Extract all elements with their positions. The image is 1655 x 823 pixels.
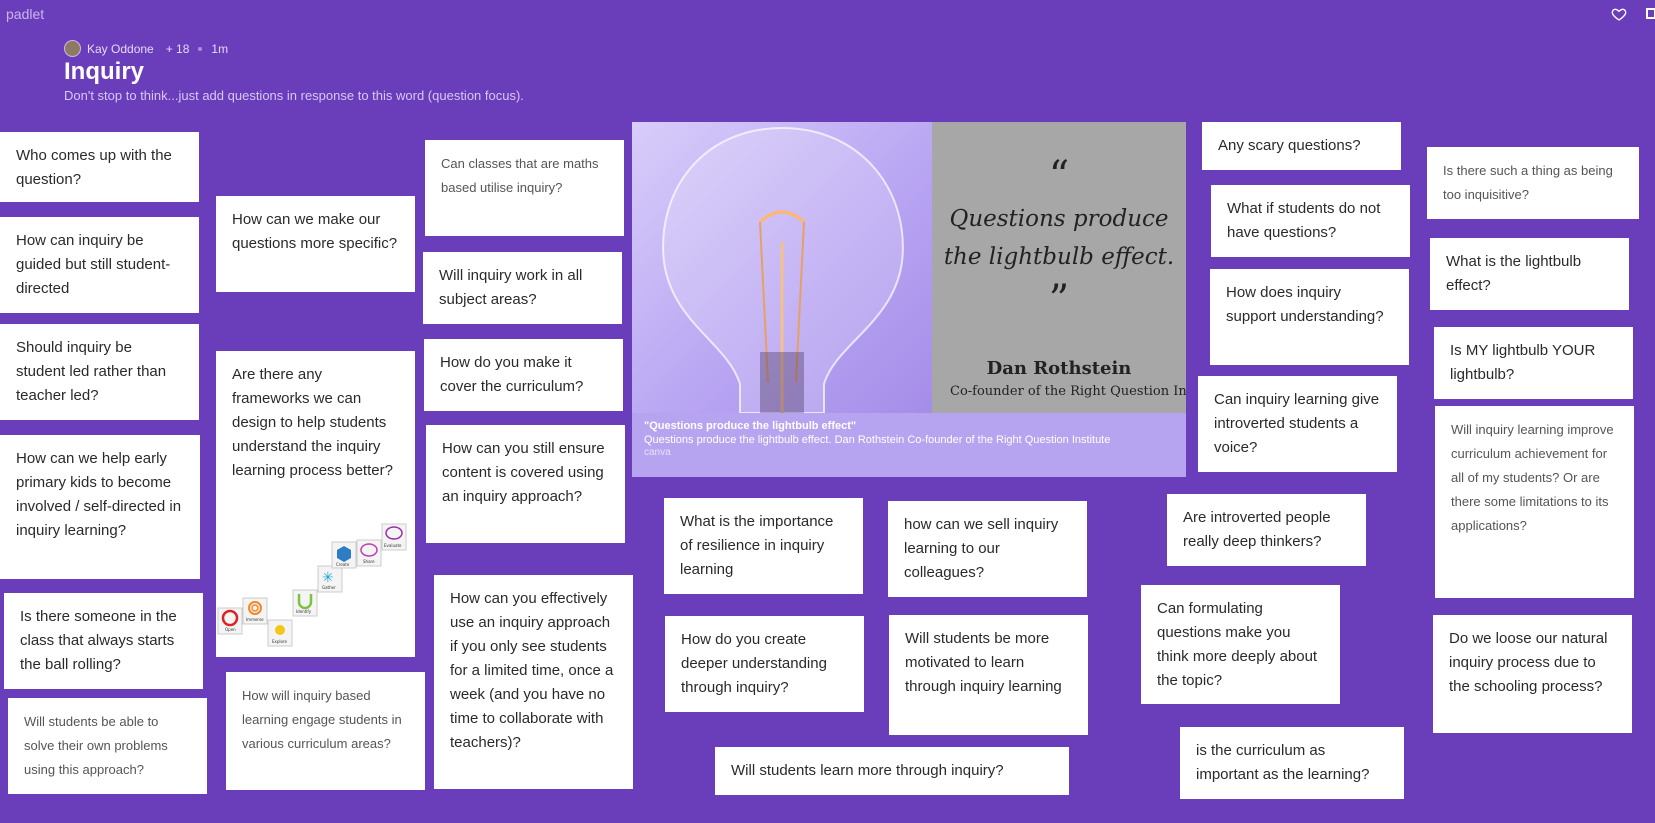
caption-source[interactable]: canva xyxy=(644,447,1178,458)
quote-panel: “ Questions produce the lightbulb effect… xyxy=(932,122,1186,413)
lightbulb-quote-card[interactable]: “ Questions produce the lightbulb effect… xyxy=(632,122,1186,477)
quote-close-mark: ” xyxy=(1048,277,1070,323)
quote-author: Dan Rothstein xyxy=(986,358,1132,379)
quote-line-2: the lightbulb effect. xyxy=(943,244,1175,270)
last-updated: 1m xyxy=(211,41,229,56)
post-card[interactable]: Will students learn more through inquiry… xyxy=(715,747,1069,795)
post-card[interactable]: Is there someone in the class that alway… xyxy=(4,593,203,689)
post-card[interactable]: What if students do not have questions? xyxy=(1211,185,1410,257)
contributors-count[interactable]: + 18 xyxy=(166,42,190,56)
author-name[interactable]: Kay Oddone xyxy=(87,42,154,56)
post-card[interactable]: is the curriculum as important as the le… xyxy=(1180,727,1404,799)
caption-text: Questions produce the lightbulb effect. … xyxy=(644,434,1111,446)
framework-label: Immerse xyxy=(246,617,264,622)
post-card[interactable]: How do you create deeper understanding t… xyxy=(665,616,864,712)
post-card[interactable]: Do we loose our natural inquiry process … xyxy=(1433,615,1632,733)
framework-label: Gather xyxy=(322,585,336,590)
post-card[interactable]: Will inquiry work in all subject areas? xyxy=(423,252,622,324)
heart-icon[interactable] xyxy=(1611,6,1627,27)
post-card[interactable]: How can you still ensure content is cove… xyxy=(426,425,625,543)
post-card[interactable]: What is the importance of resilience in … xyxy=(664,498,863,594)
post-card[interactable]: How does inquiry support understanding? xyxy=(1210,269,1409,365)
remake-icon[interactable] xyxy=(1641,6,1655,27)
post-card[interactable]: What is the lightbulb effect? xyxy=(1430,238,1629,310)
page-subtitle: Don't stop to think...just add questions… xyxy=(64,88,524,103)
post-card[interactable]: Are introverted people really deep think… xyxy=(1167,494,1366,566)
post-card[interactable]: Is MY lightbulb YOUR lightbulb? xyxy=(1434,327,1633,399)
post-card[interactable]: Can formulating questions make you think… xyxy=(1141,585,1340,704)
quote-open-mark: “ xyxy=(1048,153,1070,199)
quote-line-1: Questions produce xyxy=(949,206,1169,232)
post-card[interactable]: Will inquiry learning improve curriculum… xyxy=(1435,406,1634,598)
separator-dot xyxy=(198,46,203,51)
framework-label: Open xyxy=(225,627,236,632)
post-card[interactable]: Will students be more motivated to learn… xyxy=(889,615,1088,735)
quote-author-role: Co-founder of the Right Question Institu… xyxy=(950,384,1186,399)
framework-label: Identify xyxy=(296,609,312,614)
post-card[interactable]: How can inquiry be guided but still stud… xyxy=(0,217,199,313)
post-card[interactable]: How do you make it cover the curriculum? xyxy=(424,339,623,411)
framework-label: Share xyxy=(363,559,375,564)
post-card[interactable]: how can we sell inquiry learning to our … xyxy=(888,501,1087,597)
post-card[interactable]: Can inquiry learning give introverted st… xyxy=(1198,376,1397,472)
framework-label: Explore xyxy=(272,639,288,644)
post-card[interactable]: Who comes up with the question? xyxy=(0,132,199,202)
page-title: Inquiry xyxy=(64,58,145,85)
inquiry-framework-image: Open Immerse Explore Identify ✳ Gather C… xyxy=(217,523,407,647)
post-card[interactable]: How will inquiry based learning engage s… xyxy=(226,672,425,790)
post-card[interactable]: Will students be able to solve their own… xyxy=(8,698,207,794)
image-caption: "Questions produce the lightbulb effect"… xyxy=(644,420,1178,458)
framework-label: Evaluate xyxy=(384,543,402,548)
post-card[interactable]: How can we make our questions more speci… xyxy=(216,196,415,292)
post-card[interactable]: How can you effectively use an inquiry a… xyxy=(434,575,633,789)
post-card[interactable]: Can classes that are maths based utilise… xyxy=(425,140,624,236)
padlet-logo[interactable]: padlet xyxy=(6,6,44,22)
avatar[interactable] xyxy=(64,40,81,57)
post-card[interactable]: Any scary questions? xyxy=(1202,122,1401,170)
lightbulb-photo xyxy=(632,122,932,414)
caption-title: "Questions produce the lightbulb effect" xyxy=(644,420,857,432)
framework-label: Create xyxy=(336,562,350,567)
quote-image: “ Questions produce the lightbulb effect… xyxy=(632,122,1186,414)
post-meta: Kay Oddone + 18 1m xyxy=(64,40,228,57)
svg-text:✳: ✳ xyxy=(322,570,334,586)
post-card[interactable]: How can we help early primary kids to be… xyxy=(0,435,200,579)
post-card[interactable]: Is there such a thing as being too inqui… xyxy=(1427,147,1639,219)
post-card[interactable]: Should inquiry be student led rather tha… xyxy=(0,324,199,420)
lightbulb-icon xyxy=(662,126,904,414)
